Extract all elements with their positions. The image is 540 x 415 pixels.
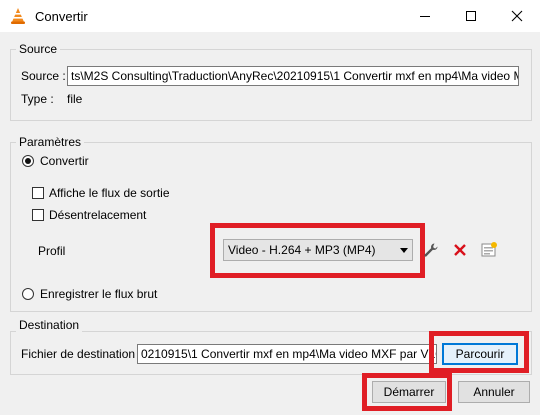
deinterlace-label[interactable]: Désentrelacement xyxy=(49,208,146,222)
cancel-button[interactable]: Annuler xyxy=(458,381,530,403)
delete-profile-button[interactable] xyxy=(449,239,471,261)
red-x-icon xyxy=(454,244,466,256)
convert-label[interactable]: Convertir xyxy=(40,154,89,168)
show-output-checkbox[interactable] xyxy=(32,187,44,199)
convert-radio[interactable] xyxy=(22,155,34,167)
raw-stream-label[interactable]: Enregistrer le flux brut xyxy=(40,287,157,301)
browse-button[interactable]: Parcourir xyxy=(442,343,518,365)
wrench-icon xyxy=(424,243,438,257)
close-button[interactable] xyxy=(494,0,540,32)
minimize-icon xyxy=(420,16,430,17)
source-group-title: Source xyxy=(16,42,61,56)
chevron-down-icon xyxy=(400,247,408,253)
source-label: Source : xyxy=(21,69,66,83)
window-title: Convertir xyxy=(35,9,88,24)
start-button[interactable]: Démarrer xyxy=(372,381,446,403)
minimize-button[interactable] xyxy=(402,0,448,32)
destination-file-label: Fichier de destination : xyxy=(21,347,142,361)
destination-file-text: 0210915\1 Convertir mxf en mp4\Ma video … xyxy=(141,347,436,361)
settings-group-title: Paramètres xyxy=(16,135,85,149)
profile-dropdown[interactable]: Video - H.264 + MP3 (MP4) xyxy=(223,239,413,261)
source-path-text: ts\M2S Consulting\Traduction\AnyRec\2021… xyxy=(71,69,519,83)
new-profile-icon xyxy=(481,242,497,257)
maximize-button[interactable] xyxy=(448,0,494,32)
raw-stream-radio[interactable] xyxy=(22,288,34,300)
source-path-field[interactable]: ts\M2S Consulting\Traduction\AnyRec\2021… xyxy=(67,66,519,86)
radio-selected-dot xyxy=(25,158,31,164)
destination-group-title: Destination xyxy=(16,318,83,332)
deinterlace-checkbox[interactable] xyxy=(32,209,44,221)
new-profile-button[interactable] xyxy=(478,239,500,261)
edit-profile-button[interactable] xyxy=(420,239,442,261)
close-icon xyxy=(511,10,523,22)
destination-file-field[interactable]: 0210915\1 Convertir mxf en mp4\Ma video … xyxy=(137,344,437,364)
maximize-icon xyxy=(466,11,476,21)
type-value: file xyxy=(67,92,83,106)
vlc-cone-icon xyxy=(9,7,27,25)
type-label: Type : xyxy=(21,92,54,106)
show-output-label[interactable]: Affiche le flux de sortie xyxy=(49,186,170,200)
profile-label: Profil xyxy=(38,244,66,258)
profile-dropdown-value: Video - H.264 + MP3 (MP4) xyxy=(228,243,376,257)
